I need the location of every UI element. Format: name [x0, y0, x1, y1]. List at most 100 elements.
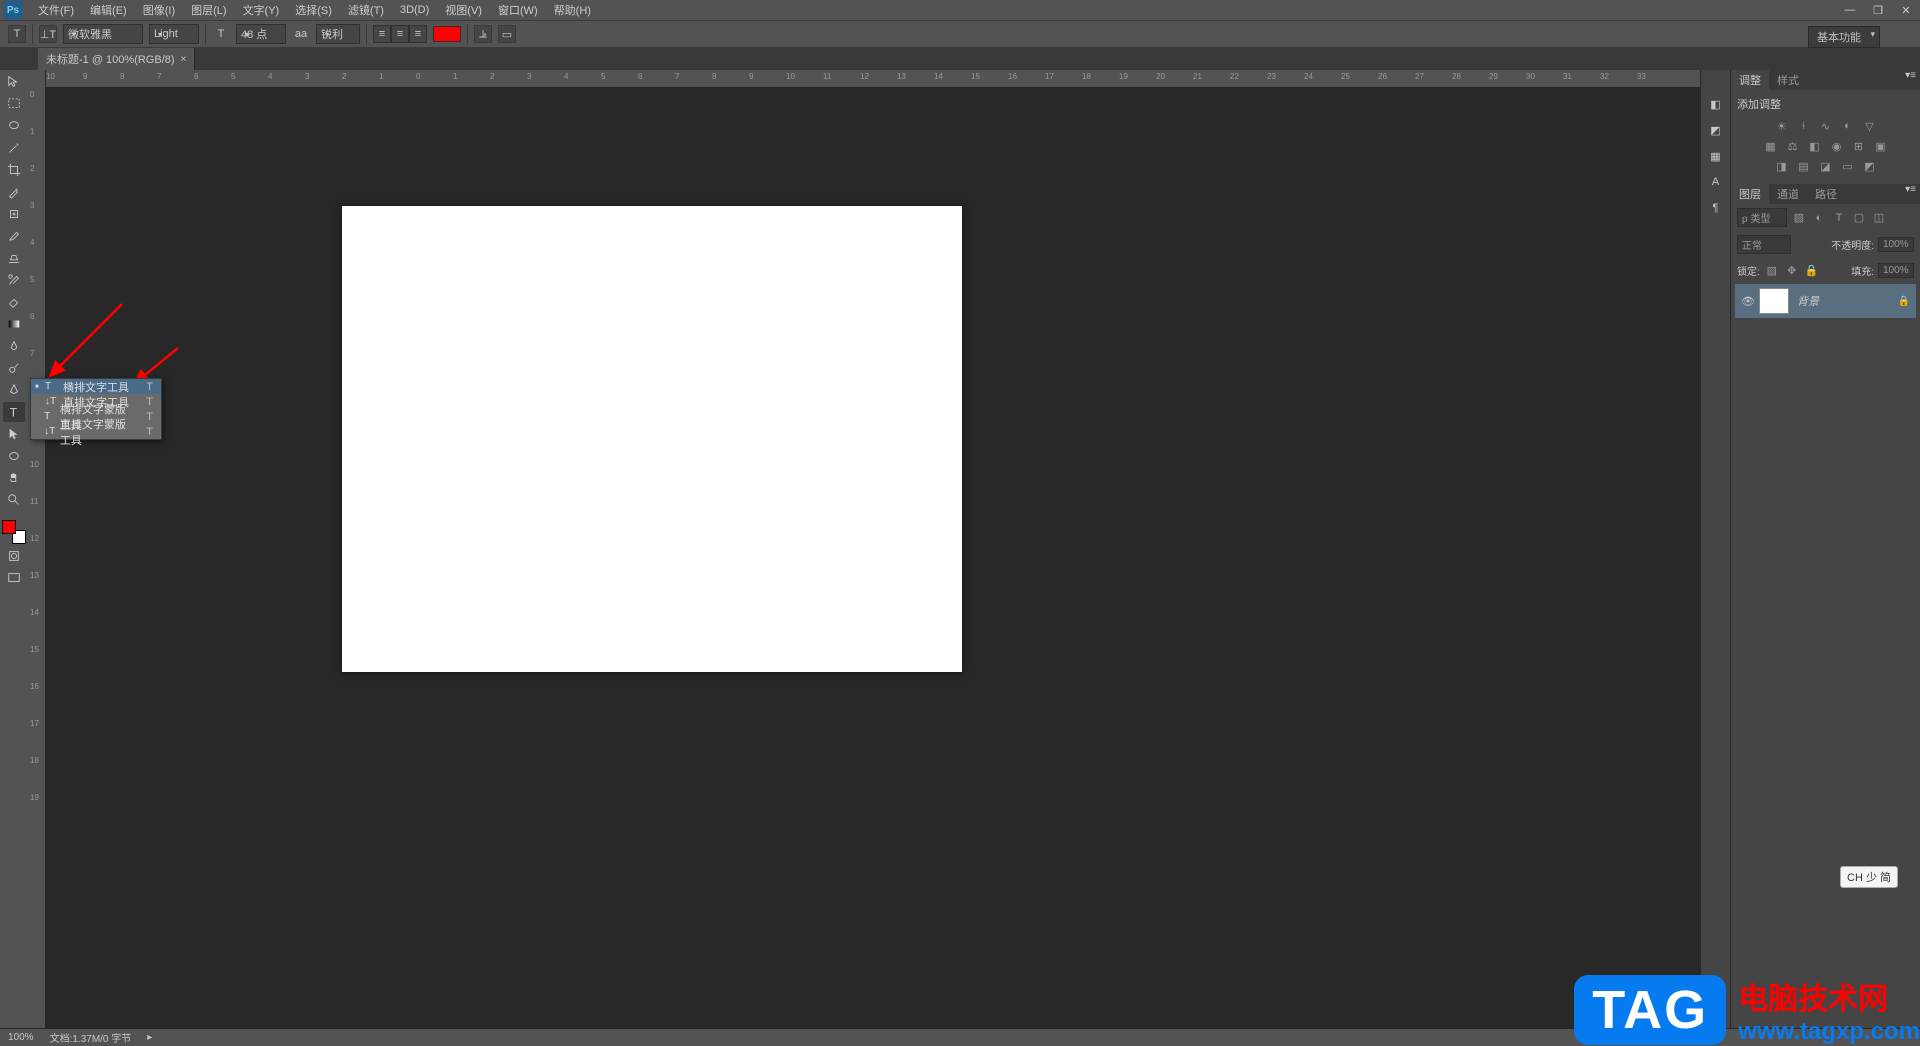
- healing-brush-tool[interactable]: [3, 204, 25, 224]
- visibility-icon[interactable]: 👁: [1741, 295, 1755, 308]
- color-panel-icon[interactable]: ◩: [1706, 120, 1726, 140]
- align-right-button[interactable]: ≡: [409, 25, 427, 43]
- align-left-button[interactable]: ≡: [373, 25, 391, 43]
- lock-all-icon[interactable]: 🔒: [1804, 262, 1820, 278]
- gradient-tool[interactable]: [3, 314, 25, 334]
- align-center-button[interactable]: ≡: [391, 25, 409, 43]
- font-size-select[interactable]: 48 点▾: [236, 24, 286, 44]
- vibrance-icon[interactable]: ▽: [1862, 118, 1878, 134]
- brush-tool[interactable]: [3, 226, 25, 246]
- canvas[interactable]: [342, 206, 962, 672]
- menu-window[interactable]: 窗口(W): [490, 0, 546, 20]
- screenmode-button[interactable]: [3, 568, 25, 588]
- foreground-color-swatch[interactable]: [2, 520, 16, 534]
- history-panel-icon[interactable]: ◧: [1706, 94, 1726, 114]
- zoom-tool[interactable]: [3, 490, 25, 510]
- eyedropper-tool[interactable]: [3, 182, 25, 202]
- tab-adjustments[interactable]: 调整: [1731, 70, 1769, 90]
- tab-channels[interactable]: 通道: [1769, 184, 1807, 204]
- pen-tool[interactable]: [3, 380, 25, 400]
- close-tab-icon[interactable]: ×: [181, 54, 187, 65]
- font-style-select[interactable]: Light▾: [149, 24, 199, 44]
- menu-edit[interactable]: 编辑(E): [82, 0, 135, 20]
- menu-3d[interactable]: 3D(D): [392, 2, 437, 18]
- swatches-panel-icon[interactable]: ▦: [1706, 146, 1726, 166]
- type-tool[interactable]: T: [3, 402, 25, 422]
- opacity-input[interactable]: 100%: [1878, 237, 1914, 252]
- menu-image[interactable]: 图像(I): [135, 0, 183, 20]
- filter-type-icon[interactable]: T: [1831, 210, 1847, 226]
- lasso-tool[interactable]: [3, 116, 25, 136]
- filter-smart-icon[interactable]: ◫: [1871, 210, 1887, 226]
- layer-thumbnail[interactable]: [1759, 288, 1789, 314]
- hand-tool[interactable]: [3, 468, 25, 488]
- color-picker[interactable]: [2, 520, 26, 544]
- lookup-icon[interactable]: ▣: [1873, 138, 1889, 154]
- workspace-switcher[interactable]: 基本功能: [1808, 26, 1880, 48]
- font-family-select[interactable]: 微软雅黑▾: [63, 24, 143, 44]
- lock-position-icon[interactable]: ✥: [1784, 262, 1800, 278]
- history-brush-tool[interactable]: [3, 270, 25, 290]
- canvas-area[interactable]: [46, 88, 1700, 1028]
- tab-paths[interactable]: 路径: [1807, 184, 1845, 204]
- tab-styles[interactable]: 样式: [1769, 70, 1807, 90]
- invert-icon[interactable]: ◨: [1774, 158, 1790, 174]
- quickmask-button[interactable]: [3, 546, 25, 566]
- flyout-vertical-mask[interactable]: ↓T 直排文字蒙版工具 T: [31, 424, 161, 439]
- posterize-icon[interactable]: ▤: [1796, 158, 1812, 174]
- bw-icon[interactable]: ◧: [1807, 138, 1823, 154]
- exposure-icon[interactable]: ◐: [1840, 118, 1856, 134]
- path-selection-tool[interactable]: [3, 424, 25, 444]
- curves-icon[interactable]: ∿: [1818, 118, 1834, 134]
- blur-tool[interactable]: [3, 336, 25, 356]
- tab-layers[interactable]: 图层: [1731, 184, 1769, 204]
- menu-help[interactable]: 帮助(H): [546, 0, 599, 20]
- photo-filter-icon[interactable]: ◉: [1829, 138, 1845, 154]
- hue-icon[interactable]: ▦: [1763, 138, 1779, 154]
- menu-view[interactable]: 视图(V): [437, 0, 490, 20]
- brightness-icon[interactable]: ☀: [1774, 118, 1790, 134]
- levels-icon[interactable]: ⟊: [1796, 118, 1812, 134]
- document-tab[interactable]: 未标题-1 @ 100%(RGB/8) ×: [38, 48, 195, 70]
- warp-text-button[interactable]: ⫡: [474, 25, 492, 43]
- menu-select[interactable]: 选择(S): [287, 0, 340, 20]
- panel-menu-icon[interactable]: ▾≡: [1901, 70, 1920, 90]
- color-balance-icon[interactable]: ⚖: [1785, 138, 1801, 154]
- paragraph-panel-icon[interactable]: ¶: [1706, 198, 1726, 218]
- layer-row-background[interactable]: 👁 背景 🔒: [1735, 284, 1916, 318]
- close-button[interactable]: ✕: [1896, 3, 1916, 17]
- selective-color-icon[interactable]: ◩: [1862, 158, 1878, 174]
- menu-file[interactable]: 文件(F): [30, 0, 82, 20]
- text-color-swatch[interactable]: [433, 26, 461, 42]
- filter-adjust-icon[interactable]: ◐: [1811, 210, 1827, 226]
- zoom-value[interactable]: 100%: [8, 1032, 34, 1043]
- eraser-tool[interactable]: [3, 292, 25, 312]
- gradient-map-icon[interactable]: ▭: [1840, 158, 1856, 174]
- fill-input[interactable]: 100%: [1878, 263, 1914, 278]
- maximize-button[interactable]: ❐: [1868, 3, 1888, 17]
- magic-wand-tool[interactable]: [3, 138, 25, 158]
- shape-tool[interactable]: [3, 446, 25, 466]
- channel-mixer-icon[interactable]: ⊞: [1851, 138, 1867, 154]
- flyout-horizontal-type[interactable]: ■ T 横排文字工具 T: [31, 379, 161, 394]
- dodge-tool[interactable]: [3, 358, 25, 378]
- lock-pixels-icon[interactable]: ▧: [1764, 262, 1780, 278]
- filter-shape-icon[interactable]: ▢: [1851, 210, 1867, 226]
- text-orientation-button[interactable]: ⊥T: [39, 25, 57, 43]
- move-tool[interactable]: [3, 72, 25, 92]
- clone-stamp-tool[interactable]: [3, 248, 25, 268]
- character-panel-icon[interactable]: A: [1706, 172, 1726, 192]
- menu-filter[interactable]: 滤镜(T): [340, 0, 392, 20]
- tool-preset-icon[interactable]: T: [8, 25, 26, 43]
- marquee-tool[interactable]: [3, 94, 25, 114]
- character-panel-button[interactable]: ▭: [498, 25, 516, 43]
- crop-tool[interactable]: [3, 160, 25, 180]
- threshold-icon[interactable]: ◪: [1818, 158, 1834, 174]
- doc-info-arrow-icon[interactable]: ▸: [147, 1032, 152, 1043]
- minimize-button[interactable]: —: [1840, 3, 1860, 17]
- layer-filter-select[interactable]: ρ 类型: [1737, 208, 1787, 227]
- doc-info[interactable]: 文档:1.37M/0 字节: [50, 1030, 132, 1045]
- antialias-select[interactable]: 锐利▾: [316, 24, 360, 44]
- menu-type[interactable]: 文字(Y): [235, 0, 288, 20]
- menu-layer[interactable]: 图层(L): [183, 0, 234, 20]
